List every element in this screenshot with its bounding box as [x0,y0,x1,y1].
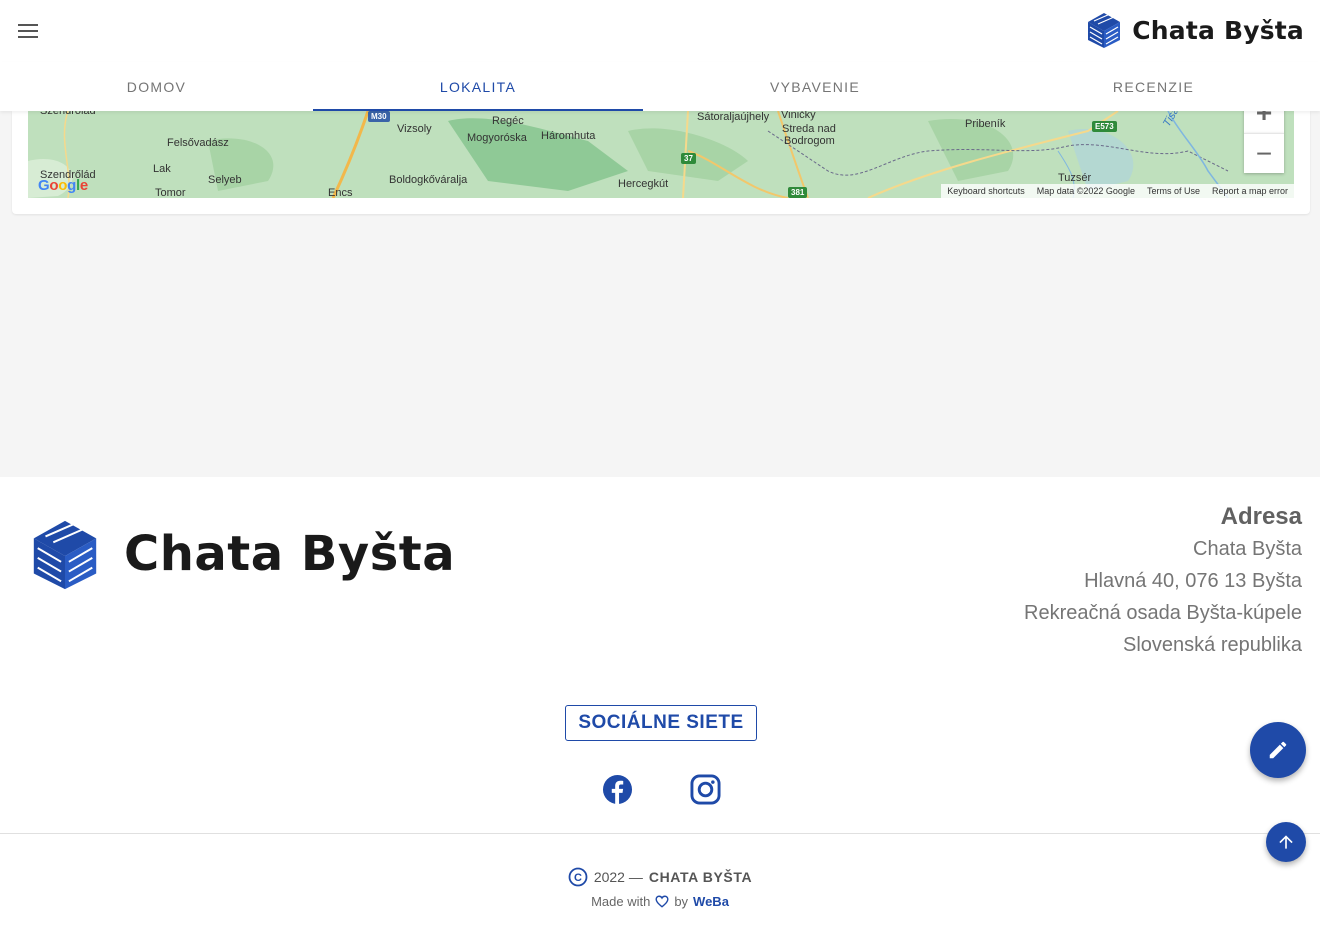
terms-of-use-link[interactable]: Terms of Use [1147,186,1200,196]
copyright-icon: C [568,867,588,887]
address-line: Slovenská republika [1123,634,1302,656]
footer-brand-title: Chata Byšta [124,526,456,582]
address-line: Rekreačná osada Byšta-kúpele [1024,602,1302,624]
address-heading: Adresa [1220,503,1302,530]
house-logo-icon [1088,13,1121,48]
map-label: Bodrogom [784,135,835,147]
map-label: Felsővadász [167,137,229,149]
location-section: Szendrőlád Szendrőlád Felsővadász Lak Se… [0,111,1320,477]
google-logo[interactable]: Google [38,177,88,194]
address-line: Hlavná 40, 076 13 Byšta [1084,570,1302,592]
tab-domov[interactable]: Domov [0,62,313,111]
map-zoom-in-button[interactable]: + [1244,111,1284,133]
map-label: Tuzsér [1058,172,1092,184]
footer-brand[interactable]: Chata Byšta [26,515,455,593]
site-footer: Chata Byšta Adresa Chata Byšta Hlavná 40… [0,477,1320,928]
keyboard-shortcuts-link[interactable]: Keyboard shortcuts [947,186,1025,196]
copyright-name: CHATA BYŠTA [648,869,753,885]
scroll-to-top-button[interactable] [1266,822,1306,862]
heart-icon [655,895,669,908]
made-with-line: Made with by WeBa [0,894,1320,909]
app-bar: Chata Byšta [0,0,1320,62]
map-label: Mogyoróska [467,132,527,144]
map-label: Pribeník [965,118,1006,130]
social-networks-button[interactable]: Sociálne siete [565,705,757,741]
svg-text:C: C [574,872,582,884]
copyright-line: C 2022 — CHATA BYŠTA [0,867,1320,887]
map-label: Encs [328,187,353,198]
map-label: Lak [153,163,171,175]
pencil-icon [1269,741,1287,759]
map-label: Vizsoly [397,123,432,135]
map-label: Hercegkút [618,178,669,190]
facebook-icon[interactable] [601,773,633,805]
map-label: Háromhuta [541,130,596,142]
by-text: by [674,894,689,909]
address-line: Chata Byšta [1193,538,1302,560]
map-label: Szendrőlád [40,111,96,117]
road-badge: M30 [368,111,390,122]
road-badge: E573 [1092,121,1117,132]
address-block: Adresa Chata Byšta Hlavná 40, 076 13 Byš… [1024,501,1302,661]
tab-lokalita[interactable]: Lokalita [313,62,643,111]
map-label: Viničky [781,111,816,121]
map-card: Szendrőlád Szendrőlád Felsővadász Lak Se… [12,111,1310,214]
map-data-text: Map data ©2022 Google [1036,186,1135,196]
brand-title: Chata Byšta [1132,15,1304,45]
tab-bar: Domov Lokalita Vybavenie Recenzie [0,62,1320,111]
arrow-up-icon [1279,835,1293,849]
tab-recenzie[interactable]: Recenzie [987,62,1320,111]
hamburger-menu-icon[interactable] [14,18,42,44]
road-badge: 381 [788,187,808,198]
map-label: Streda nad [782,123,836,135]
map-label: Selyeb [208,174,242,186]
report-map-error-link[interactable]: Report a map error [1212,186,1288,196]
tab-vybavenie[interactable]: Vybavenie [643,62,987,111]
instagram-icon[interactable] [689,773,721,805]
map-label: Sátoraljaújhely [697,111,770,123]
map-label: Boldogkőváralja [389,174,468,186]
made-with-text: Made with [591,894,651,909]
map-attribution: Keyboard shortcuts Map data ©2022 Google… [941,184,1294,198]
house-logo-icon [33,520,97,590]
edit-button[interactable] [1250,722,1306,778]
map-zoom-out-button[interactable]: − [1244,133,1284,173]
author-link[interactable]: WeBa [693,894,729,909]
social-networks-label: Sociálne siete [578,712,744,733]
footer-divider [0,833,1320,834]
google-map[interactable]: Szendrőlád Szendrőlád Felsővadász Lak Se… [28,111,1294,198]
road-badge: 37 [681,153,696,164]
map-label: Tomor [155,187,186,198]
brand-link[interactable]: Chata Byšta [1084,10,1304,50]
copyright-year: 2022 — [593,869,643,885]
map-label: Regéc [492,115,524,127]
